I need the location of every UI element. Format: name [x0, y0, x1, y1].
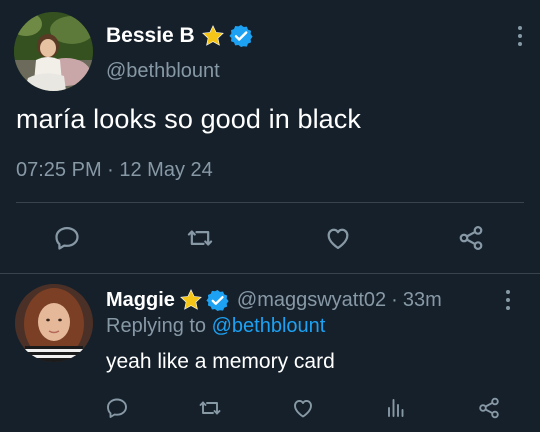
- share-icon[interactable]: [451, 218, 491, 258]
- verified-icon: [206, 289, 229, 312]
- avatar[interactable]: [15, 284, 93, 362]
- tweet-detail-screen: Bessie B @bethblount maría looks so good…: [0, 0, 540, 432]
- author-handle[interactable]: @bethblount: [106, 60, 220, 83]
- more-icon[interactable]: [504, 290, 512, 314]
- star-icon: [179, 288, 203, 312]
- reply-text: yeah like a memory card: [106, 350, 335, 373]
- like-icon[interactable]: [283, 388, 323, 428]
- like-icon[interactable]: [318, 218, 358, 258]
- author-line: Bessie B: [106, 22, 253, 50]
- verified-icon: [229, 24, 253, 48]
- author-name[interactable]: Maggie: [106, 289, 175, 312]
- author-name[interactable]: Bessie B: [106, 24, 195, 48]
- avatar[interactable]: [14, 12, 93, 91]
- retweet-icon[interactable]: [190, 388, 230, 428]
- replying-to: Replying to @bethblount: [106, 315, 325, 338]
- star-icon: [201, 24, 225, 48]
- separator: ·: [391, 288, 398, 311]
- reply-author-line: Maggie @maggswyatt02 · 33m: [106, 286, 442, 314]
- reply-time[interactable]: 33m: [403, 289, 442, 312]
- reply-actions: [0, 388, 540, 424]
- analytics-icon[interactable]: [376, 388, 416, 428]
- more-icon[interactable]: [516, 26, 524, 50]
- replying-prefix: Replying to: [106, 315, 207, 337]
- author-handle[interactable]: @maggswyatt02: [237, 289, 386, 312]
- retweet-icon[interactable]: [180, 218, 220, 258]
- tweet-text: maría looks so good in black: [16, 104, 361, 134]
- divider: [16, 202, 524, 203]
- replying-handle-link[interactable]: @bethblount: [212, 315, 326, 337]
- main-tweet-header: Bessie B @bethblount: [14, 12, 526, 92]
- main-tweet-actions: [0, 218, 540, 258]
- reply-tweet[interactable]: Maggie @maggswyatt02 · 33m Replying to @…: [0, 274, 540, 432]
- tweet-timestamp[interactable]: 07:25 PM · 12 May 24: [16, 159, 213, 182]
- reply-icon[interactable]: [97, 388, 137, 428]
- reply-icon[interactable]: [47, 218, 87, 258]
- share-icon[interactable]: [469, 388, 509, 428]
